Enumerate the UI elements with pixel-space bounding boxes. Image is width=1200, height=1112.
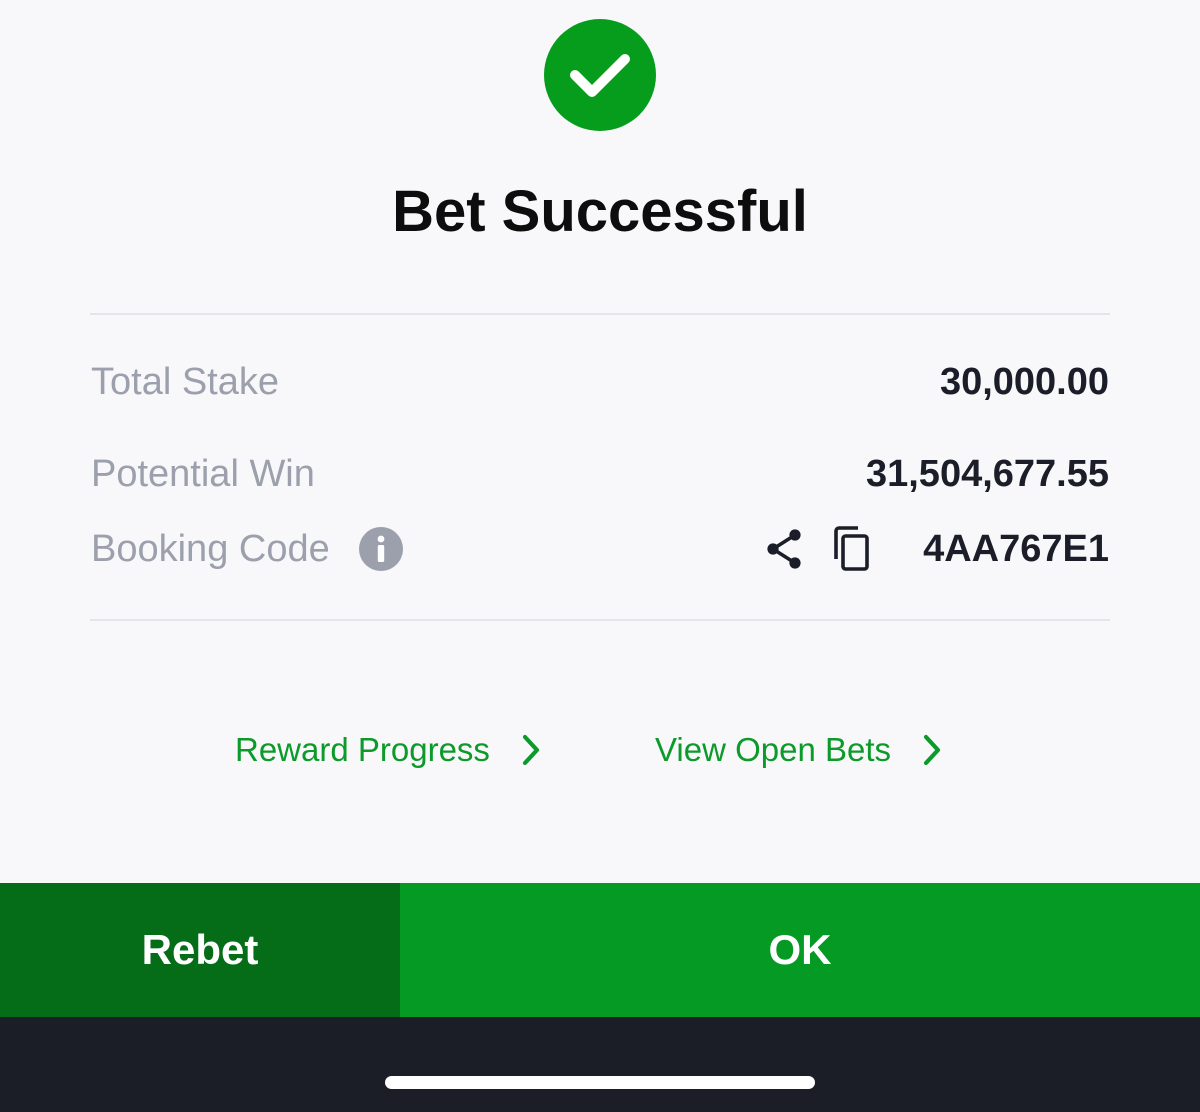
booking-code-value[interactable]: 4AA767E1 — [923, 527, 1109, 571]
reward-progress-link[interactable]: Reward Progress — [235, 728, 542, 772]
ok-button[interactable]: OK — [400, 883, 1200, 1017]
chevron-right-icon — [520, 733, 542, 767]
potential-win-label: Potential Win — [91, 453, 315, 495]
view-open-bets-label: View Open Bets — [655, 731, 892, 768]
view-open-bets-link[interactable]: View Open Bets — [655, 728, 943, 772]
copy-icon[interactable] — [830, 525, 872, 573]
chevron-right-icon — [921, 733, 943, 767]
potential-win-value: 31,504,677.55 — [865, 453, 1109, 495]
info-icon[interactable] — [359, 527, 403, 571]
divider-top — [90, 313, 1110, 315]
home-indicator[interactable] — [385, 1076, 815, 1089]
share-icon[interactable] — [764, 527, 804, 571]
page-title: Bet Successful — [392, 179, 808, 244]
check-circle-icon — [544, 19, 656, 131]
home-bar-area — [0, 1017, 1200, 1112]
divider-bottom — [90, 619, 1110, 621]
booking-code-label: Booking Code — [91, 528, 330, 570]
rebet-button[interactable]: Rebet — [0, 883, 400, 1017]
total-stake-value: 30,000.00 — [939, 361, 1109, 403]
reward-progress-label: Reward Progress — [235, 731, 490, 768]
total-stake-label: Total Stake — [91, 361, 279, 403]
